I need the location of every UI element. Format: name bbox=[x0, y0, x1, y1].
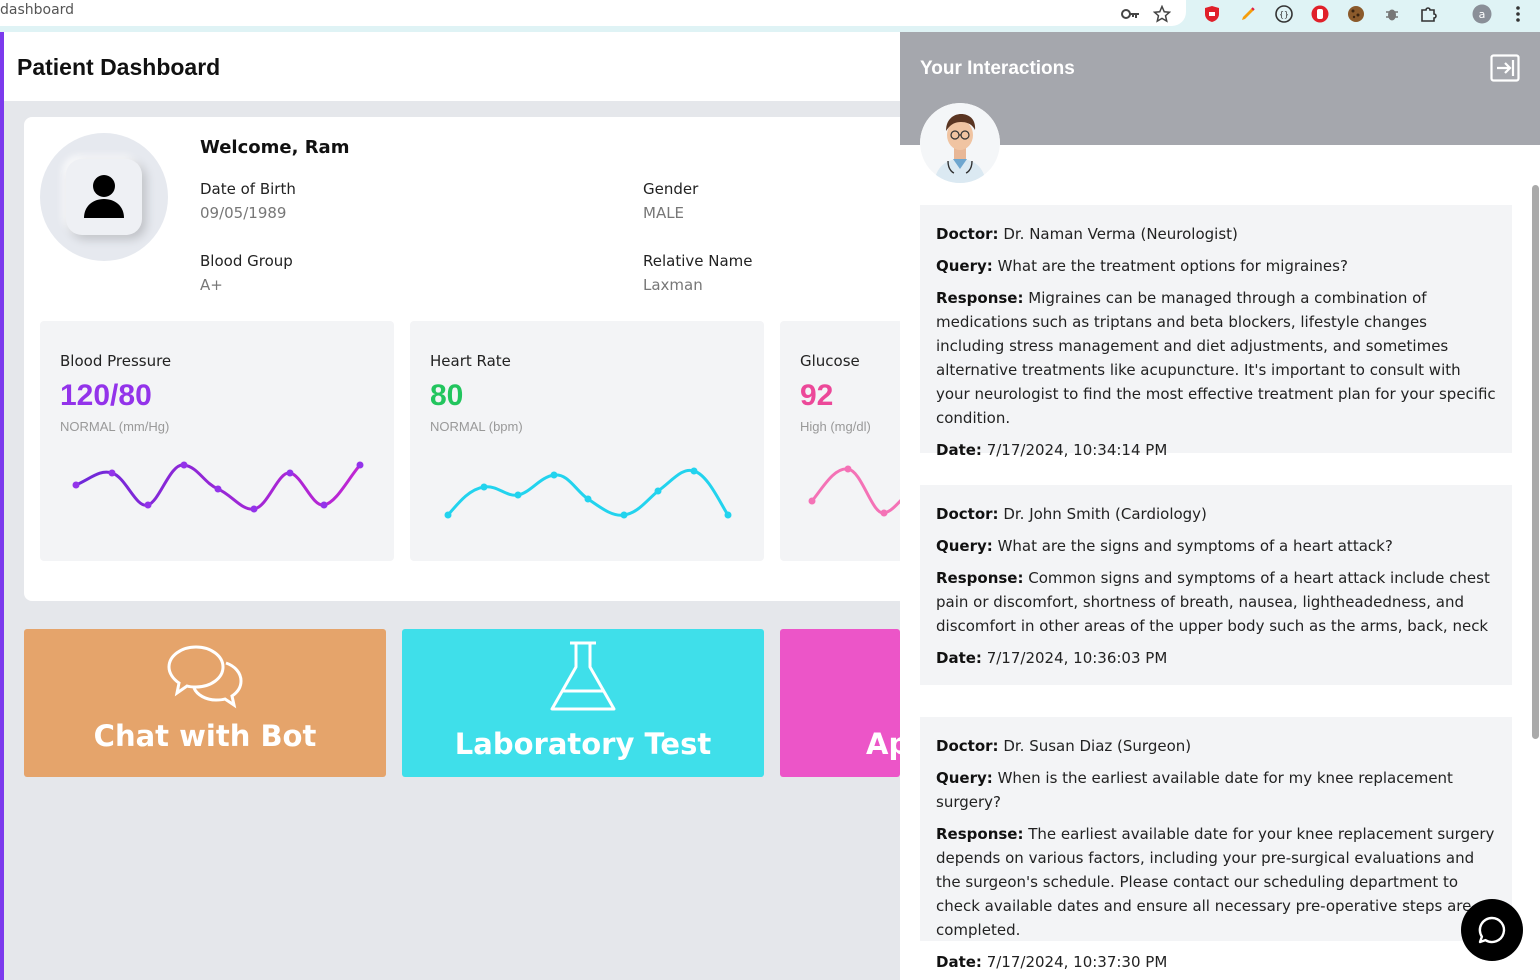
interaction-card: Doctor: Dr. John Smith (Cardiology) Quer… bbox=[920, 485, 1512, 685]
blood-pressure-sparkline bbox=[72, 461, 364, 513]
interaction-doctor: Doctor: Dr. Susan Diaz (Surgeon) bbox=[936, 737, 1192, 755]
panel-title: Your Interactions bbox=[920, 58, 1075, 79]
brave-shield-icon[interactable] bbox=[1202, 4, 1222, 24]
flask-icon bbox=[550, 641, 616, 711]
heart-rate-sparkline bbox=[444, 467, 732, 519]
tile-label: Laboratory Test bbox=[454, 727, 712, 761]
browser-menu-icon[interactable] bbox=[1508, 4, 1528, 24]
hand-extension-icon[interactable] bbox=[1310, 4, 1330, 24]
vital-label: Glucose bbox=[800, 352, 860, 370]
gender-label: Gender bbox=[643, 180, 699, 198]
user-icon bbox=[84, 175, 124, 218]
url-text: dashboard bbox=[0, 2, 75, 18]
gender-value: MALE bbox=[643, 204, 685, 222]
blood-group-label: Blood Group bbox=[200, 252, 293, 270]
avatar bbox=[40, 133, 168, 261]
page-title: Patient Dashboard bbox=[17, 54, 221, 80]
pen-extension-icon[interactable] bbox=[1238, 4, 1258, 24]
welcome-text: Welcome, Ram bbox=[200, 137, 350, 158]
key-icon[interactable] bbox=[1120, 4, 1140, 24]
vital-value: 80 bbox=[430, 379, 464, 412]
blood-group-value: A+ bbox=[200, 276, 223, 294]
left-accent-bar bbox=[0, 32, 4, 980]
doctor-avatar bbox=[920, 103, 1000, 183]
svg-text:a: a bbox=[1479, 8, 1486, 21]
star-icon[interactable] bbox=[1152, 4, 1172, 24]
vital-value: 120/80 bbox=[60, 379, 152, 412]
code-extension-icon[interactable]: {} bbox=[1274, 4, 1294, 24]
appointment-tile[interactable]: Ap bbox=[780, 629, 900, 777]
page-header: Patient Dashboard bbox=[4, 32, 900, 101]
interaction-doctor: Doctor: Dr. John Smith (Cardiology) bbox=[936, 505, 1207, 523]
interaction-response: Response: Common signs and symptoms of a… bbox=[936, 569, 1490, 635]
profile-avatar-icon[interactable]: a bbox=[1472, 4, 1492, 24]
browser-toolbar: dashboard {} a bbox=[0, 0, 1540, 32]
profile-card: Welcome, Ram Date of Birth 09/05/1989 Ge… bbox=[24, 117, 1134, 601]
laboratory-test-tile[interactable]: Laboratory Test bbox=[402, 629, 764, 777]
interaction-date: Date: 7/17/2024, 10:36:03 PM bbox=[936, 649, 1168, 667]
interaction-date: Date: 7/17/2024, 10:37:30 PM bbox=[936, 953, 1168, 971]
svg-text:{}: {} bbox=[1279, 10, 1289, 19]
user-icon-container bbox=[66, 159, 142, 235]
vital-status: NORMAL (mm/Hg) bbox=[60, 419, 170, 434]
dob-label: Date of Birth bbox=[200, 180, 296, 198]
vital-status: High (mg/dl) bbox=[800, 419, 871, 434]
interaction-card: Doctor: Dr. Naman Verma (Neurologist) Qu… bbox=[920, 205, 1512, 459]
chat-bubbles-icon bbox=[167, 645, 243, 709]
interaction-card: Doctor: Dr. Susan Diaz (Surgeon) Query: … bbox=[920, 717, 1512, 971]
chat-with-bot-tile[interactable]: Chat with Bot bbox=[24, 629, 386, 777]
interactions-panel: Your Interactions Doctor: Dr. Naman Verm… bbox=[900, 32, 1540, 980]
vital-value: 92 bbox=[800, 379, 834, 412]
close-panel-icon[interactable] bbox=[1490, 54, 1520, 82]
interaction-date: Date: 7/17/2024, 10:34:14 PM bbox=[936, 441, 1168, 459]
vital-label: Heart Rate bbox=[430, 352, 511, 370]
panel-scrollbar[interactable] bbox=[1532, 185, 1539, 739]
vital-card-heart-rate[interactable]: Heart Rate 80 NORMAL (bpm) bbox=[410, 321, 764, 561]
dob-value: 09/05/1989 bbox=[200, 204, 287, 222]
address-bar[interactable]: dashboard bbox=[0, 0, 1186, 26]
extensions-puzzle-icon[interactable] bbox=[1418, 4, 1438, 24]
relative-value: Laxman bbox=[643, 276, 703, 294]
interaction-doctor: Doctor: Dr. Naman Verma (Neurologist) bbox=[936, 225, 1238, 243]
vital-card-blood-pressure[interactable]: Blood Pressure 120/80 NORMAL (mm/Hg) bbox=[40, 321, 394, 561]
interaction-query: Query: What are the treatment options fo… bbox=[936, 257, 1348, 275]
relative-label: Relative Name bbox=[643, 252, 753, 270]
interaction-response: Response: Migraines can be managed throu… bbox=[936, 289, 1496, 427]
interaction-query: Query: What are the signs and symptoms o… bbox=[936, 537, 1393, 555]
chat-fab-button[interactable] bbox=[1461, 899, 1523, 961]
interaction-query: Query: When is the earliest available da… bbox=[936, 769, 1453, 811]
vital-label: Blood Pressure bbox=[60, 352, 172, 370]
cookie-extension-icon[interactable] bbox=[1346, 4, 1366, 24]
vital-status: NORMAL (bpm) bbox=[430, 419, 523, 434]
tile-label: Chat with Bot bbox=[93, 719, 317, 753]
bug-extension-icon[interactable] bbox=[1382, 4, 1402, 24]
doctor-illustration-icon bbox=[920, 103, 1000, 183]
chat-bubble-icon bbox=[1478, 916, 1506, 944]
interaction-response: Response: The earliest available date fo… bbox=[936, 825, 1495, 939]
tile-label: Ap bbox=[866, 727, 900, 761]
